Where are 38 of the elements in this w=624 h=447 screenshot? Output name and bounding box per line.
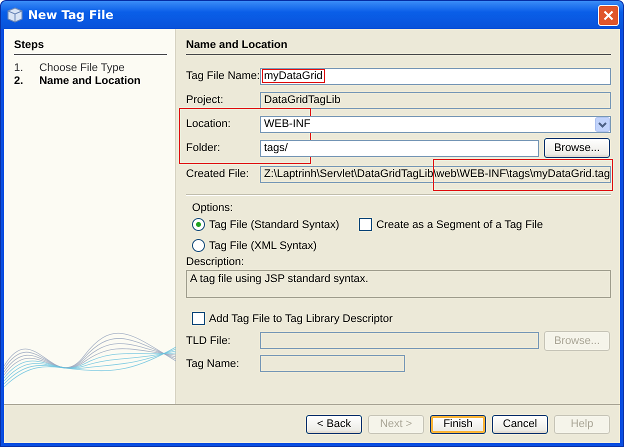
radio-option[interactable]: Tag File (Standard Syntax) [192,218,340,231]
radio-button-icon[interactable] [192,239,205,252]
description-box: A tag file using JSP standard syntax. [186,270,611,298]
dialog-button[interactable]: Finish [430,414,486,434]
browse-button[interactable]: Browse... [544,138,610,158]
step-number: 2. [14,75,24,88]
steps-heading: Steps [14,39,167,55]
close-button[interactable] [598,4,619,26]
dialog-button[interactable]: Cancel [492,414,548,434]
field-label: TLD File: [186,334,232,346]
cube-icon [7,7,23,23]
checkbox-icon[interactable] [192,312,205,325]
step-number: 1. [14,62,24,75]
step-label: Choose File Type [39,62,125,75]
field-label: Project: [186,94,224,106]
text-field[interactable]: tags/ [260,140,539,156]
field-label: Created File: [186,168,250,180]
panel-heading: Name and Location [186,39,611,55]
radio-option[interactable]: Tag File (XML Syntax) [192,239,317,252]
checkbox[interactable]: Create as a Segment of a Tag File [359,218,543,231]
checkbox-icon[interactable] [359,218,372,231]
window-title: New Tag File [28,8,115,22]
text-field[interactable]: myDataGrid [260,68,611,84]
field-label: Folder: [186,142,222,154]
field-value: myDataGrid [262,69,325,83]
checkbox[interactable]: Add Tag File to Tag Library Descriptor [192,312,393,325]
radio-button-icon[interactable] [192,218,205,231]
description-label: Description: [186,256,246,268]
field-label: Tag Name: [186,358,240,370]
field-value: tags/ [263,141,289,155]
field-label: Location: [186,118,232,130]
options-label: Options: [191,202,234,214]
close-icon [603,10,614,20]
dialog-button[interactable]: < Back [306,414,362,434]
read-only-field: DataGridTagLib [260,92,611,108]
step-label: Name and Location [39,75,141,88]
field-label: Tag File Name: [186,70,260,82]
dropdown[interactable]: WEB-INF [260,116,611,132]
